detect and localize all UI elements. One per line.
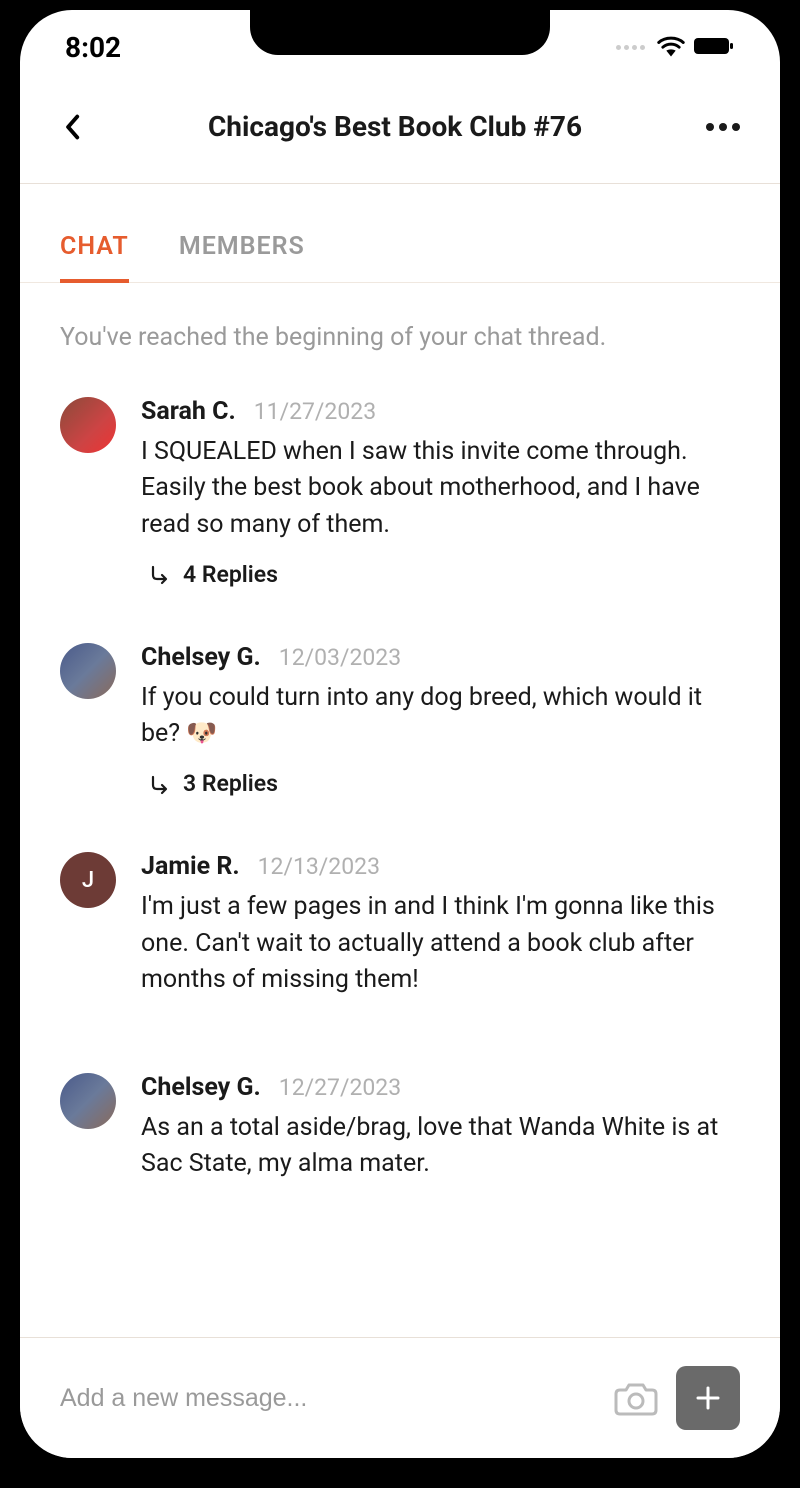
replies-count: 3 Replies: [183, 770, 278, 797]
tabs: CHAT MEMBERS: [20, 214, 780, 283]
battery-icon: [693, 35, 735, 61]
message-date: 11/27/2023: [254, 398, 376, 425]
cellular-dots-icon: [616, 45, 645, 50]
add-button[interactable]: [676, 1366, 740, 1430]
tab-members[interactable]: MEMBERS: [179, 214, 305, 283]
status-time: 8:02: [65, 31, 121, 64]
status-icons: [616, 35, 735, 61]
dots-icon: [706, 123, 714, 131]
camera-button[interactable]: [614, 1379, 658, 1417]
message[interactable]: Chelsey G. 12/03/2023 If you could turn …: [60, 643, 740, 798]
reply-arrow-icon: [149, 563, 171, 585]
message[interactable]: J Jamie R. 12/13/2023 I'm just a few pag…: [60, 852, 740, 998]
message-text: I'm just a few pages in and I think I'm …: [141, 889, 740, 998]
message-author: Chelsey G.: [141, 643, 261, 672]
avatar[interactable]: J: [60, 852, 116, 908]
message-text: I SQUEALED when I saw this invite come t…: [141, 434, 740, 543]
message-input-bar: [20, 1337, 780, 1458]
message[interactable]: Chelsey G. 12/27/2023 As an a total asid…: [60, 1073, 740, 1183]
message-author: Chelsey G.: [141, 1073, 261, 1102]
message[interactable]: Sarah C. 11/27/2023 I SQUEALED when I sa…: [60, 397, 740, 588]
page-title: Chicago's Best Book Club #76: [84, 110, 706, 143]
replies-button[interactable]: 3 Replies: [149, 770, 740, 797]
replies-button[interactable]: 4 Replies: [149, 561, 740, 588]
back-button[interactable]: [60, 115, 84, 139]
header: Chicago's Best Book Club #76: [20, 80, 780, 183]
replies-count: 4 Replies: [183, 561, 278, 588]
avatar[interactable]: [60, 1073, 116, 1129]
more-options-button[interactable]: [706, 123, 740, 131]
avatar[interactable]: [60, 397, 116, 453]
tab-chat[interactable]: CHAT: [60, 214, 129, 283]
thread-begin-label: You've reached the beginning of your cha…: [60, 323, 740, 352]
reply-arrow-icon: [149, 773, 171, 795]
plus-icon: [693, 1383, 723, 1413]
message-date: 12/13/2023: [258, 853, 380, 880]
message-text: As an a total aside/brag, love that Wand…: [141, 1110, 740, 1183]
message-input[interactable]: [60, 1384, 596, 1413]
message-author: Jamie R.: [141, 852, 240, 881]
avatar[interactable]: [60, 643, 116, 699]
camera-icon: [614, 1380, 658, 1416]
chat-content: You've reached the beginning of your cha…: [20, 323, 780, 1183]
avatar-initial: J: [82, 868, 94, 893]
message-author: Sarah C.: [141, 397, 236, 426]
message-date: 12/03/2023: [279, 644, 401, 671]
wifi-icon: [657, 35, 685, 61]
message-date: 12/27/2023: [279, 1074, 401, 1101]
message-text: If you could turn into any dog breed, wh…: [141, 680, 740, 753]
chevron-left-icon: [64, 114, 80, 140]
